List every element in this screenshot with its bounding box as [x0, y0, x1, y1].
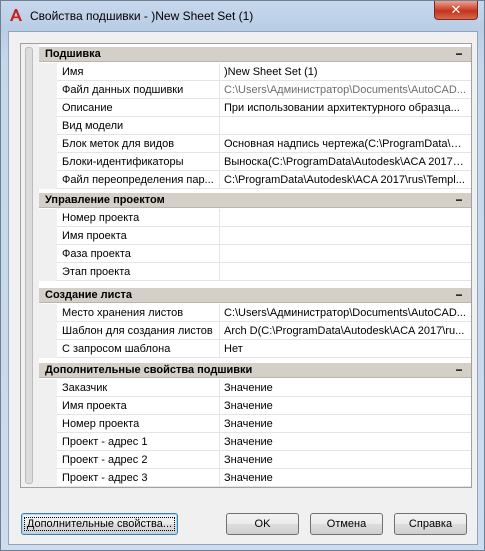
property-row[interactable]: Файл данных подшивки C:\Users\Администра… — [39, 81, 471, 99]
property-name: Блоки-идентификаторы — [62, 156, 184, 168]
autocad-a-icon — [10, 9, 22, 21]
property-row[interactable]: Номер проекта — [39, 209, 471, 227]
property-value[interactable]: C:\Users\Администратор\Documents\AutoCAD… — [224, 307, 466, 319]
custom-properties-button[interactable]: Дополнительные свойства... — [21, 513, 178, 535]
collapse-icon[interactable]: − — [453, 193, 465, 207]
custom-properties-label: Дополнительные свойства... — [23, 517, 176, 531]
property-value[interactable]: Значение — [224, 400, 466, 412]
property-row[interactable]: Проект - адрес 2 Значение — [39, 451, 471, 469]
property-row[interactable]: Шаблон для создания листов Arch D(C:\Pro… — [39, 322, 471, 340]
category-header-sheet-set[interactable]: Подшивка − — [39, 46, 471, 62]
property-row[interactable]: Блоки-идентификаторы Выноска(C:\ProgramD… — [39, 153, 471, 171]
close-button[interactable]: ✕ — [434, 1, 478, 20]
property-value[interactable]: Значение — [224, 418, 466, 430]
property-row[interactable]: Проект - адрес 3 Значение — [39, 469, 471, 487]
property-row[interactable]: Блок меток для видов Основная надпись че… — [39, 135, 471, 153]
category-label: Дополнительные свойства подшивки — [45, 364, 253, 376]
property-value[interactable]: C:\ProgramData\Autodesk\ACA 2017\rus\Tem… — [224, 174, 466, 186]
property-name: Номер проекта — [62, 212, 140, 224]
property-row[interactable]: Имя )New Sheet Set (1) — [39, 63, 471, 81]
property-row[interactable]: Проект - адрес 1 Значение — [39, 433, 471, 451]
scrollbar-thumb[interactable] — [25, 47, 33, 484]
property-name: Имя — [62, 66, 84, 78]
property-grid: Подшивка − Имя )New Sheet Set (1) Файл д… — [20, 43, 472, 488]
category-header-sheet-creation[interactable]: Создание листа − — [39, 287, 471, 303]
property-value[interactable]: Основная надпись чертежа(C:\ProgramData\… — [224, 138, 466, 150]
title-bar[interactable]: Свойства подшивки - )New Sheet Set (1) ✕ — [1, 1, 484, 31]
property-row[interactable]: Имя проекта — [39, 227, 471, 245]
vertical-scrollbar[interactable] — [21, 44, 39, 487]
property-name: Блок меток для видов — [62, 138, 175, 150]
collapse-icon[interactable]: − — [453, 363, 465, 377]
property-row[interactable]: Вид модели — [39, 117, 471, 135]
property-name: Этап проекта — [62, 266, 131, 278]
property-row[interactable]: Этап проекта — [39, 263, 471, 281]
property-value[interactable]: )New Sheet Set (1) — [224, 66, 466, 78]
property-name: Номер проекта — [62, 418, 140, 430]
dialog-client-area: Подшивка − Имя )New Sheet Set (1) Файл д… — [8, 31, 478, 545]
property-row[interactable]: Место хранения листов C:\Users\Администр… — [39, 304, 471, 322]
property-name: Вид модели — [62, 120, 124, 132]
collapse-icon[interactable]: − — [453, 47, 465, 61]
property-name: Файл данных подшивки — [62, 84, 184, 96]
property-value[interactable]: Значение — [224, 382, 466, 394]
property-row[interactable]: Файл переопределения пар... C:\ProgramDa… — [39, 171, 471, 189]
ok-button[interactable]: OK — [226, 513, 299, 535]
property-row[interactable]: Описание При использовании архитектурног… — [39, 99, 471, 117]
category-label: Создание листа — [45, 289, 133, 301]
cancel-button[interactable]: Отмена — [310, 513, 383, 535]
property-name: С запросом шаблона — [62, 343, 171, 355]
property-value[interactable]: Значение — [224, 436, 466, 448]
property-name: Имя проекта — [62, 400, 127, 412]
property-name: Имя проекта — [62, 230, 127, 242]
window-title: Свойства подшивки - )New Sheet Set (1) — [30, 9, 254, 23]
property-row[interactable]: Заказчик Значение — [39, 379, 471, 397]
category-label: Подшивка — [45, 48, 101, 60]
property-value[interactable]: Значение — [224, 472, 466, 484]
property-name: Шаблон для создания листов — [62, 325, 213, 337]
property-value[interactable]: Выноска(C:\ProgramData\Autodesk\ACA 2017… — [224, 156, 466, 168]
property-row[interactable]: С запросом шаблона Нет — [39, 340, 471, 358]
property-name: Проект - адрес 2 — [62, 454, 148, 466]
property-value[interactable]: Значение — [224, 454, 466, 466]
category-header-custom-properties[interactable]: Дополнительные свойства подшивки − — [39, 362, 471, 378]
property-name: Заказчик — [62, 382, 108, 394]
property-value[interactable]: Нет — [224, 343, 466, 355]
help-button[interactable]: Справка — [394, 513, 467, 535]
property-name: Место хранения листов — [62, 307, 184, 319]
property-name: Проект - адрес 1 — [62, 436, 148, 448]
sheet-set-properties-dialog: Свойства подшивки - )New Sheet Set (1) ✕… — [0, 0, 485, 551]
category-label: Управление проектом — [45, 194, 165, 206]
property-name: Проект - адрес 3 — [62, 472, 148, 484]
property-row[interactable]: Фаза проекта — [39, 245, 471, 263]
property-row[interactable]: Имя проекта Значение — [39, 397, 471, 415]
collapse-icon[interactable]: − — [453, 288, 465, 302]
category-header-project-control[interactable]: Управление проектом − — [39, 192, 471, 208]
property-value[interactable]: C:\Users\Администратор\Documents\AutoCAD… — [224, 84, 466, 96]
property-value[interactable]: Arch D(C:\ProgramData\Autodesk\ACA 2017\… — [224, 325, 466, 337]
property-name: Фаза проекта — [62, 248, 131, 260]
property-name: Файл переопределения пар... — [62, 174, 214, 186]
property-row[interactable]: Номер проекта Значение — [39, 415, 471, 433]
property-name: Описание — [62, 102, 113, 114]
property-value[interactable]: При использовании архитектурного образца… — [224, 102, 466, 114]
